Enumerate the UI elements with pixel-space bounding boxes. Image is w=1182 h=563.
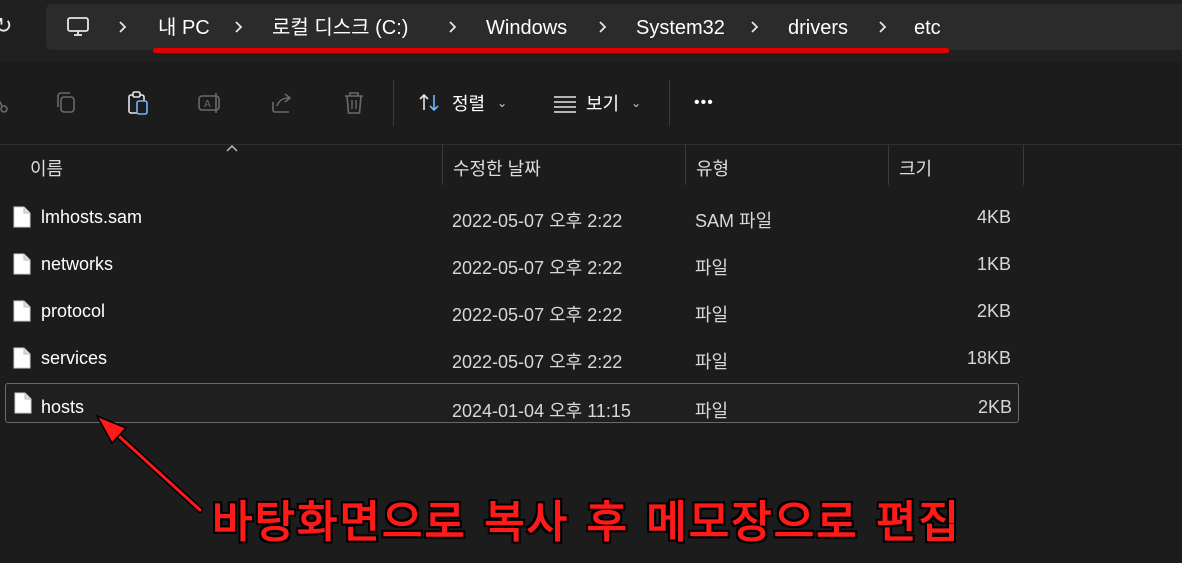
- address-bar-region: ↻ 내 PC 로컬 디스크 (C:) Windows System32 driv…: [0, 0, 1182, 62]
- file-size: 4KB: [976, 207, 1011, 227]
- file-type: 파일: [695, 401, 729, 421]
- breadcrumb-item-system32[interactable]: System32: [636, 17, 725, 39]
- file-name: lmhosts.sam: [41, 207, 143, 227]
- file-icon: [13, 300, 31, 322]
- file-date: 2022-05-07 오후 2:22: [452, 211, 623, 231]
- file-date: 2022-05-07 오후 2:22: [452, 258, 623, 278]
- file-icon: [13, 347, 31, 369]
- breadcrumb-item-windows[interactable]: Windows: [486, 17, 567, 39]
- sort-icon: [419, 93, 439, 112]
- column-header-row: 이름 수정한 날짜 유형 크기: [0, 144, 1182, 187]
- svg-text:A: A: [204, 99, 211, 110]
- view-button[interactable]: 보기 ⌄: [552, 90, 641, 116]
- share-icon[interactable]: [269, 90, 295, 116]
- file-icon: [14, 392, 32, 414]
- annotation-text: 바탕화면으로 복사 후 메모장으로 편집: [212, 497, 961, 548]
- copy-icon[interactable]: [53, 90, 79, 116]
- paste-icon[interactable]: [125, 90, 151, 116]
- view-icon: [554, 96, 576, 113]
- file-row[interactable]: networks 2022-05-07 오후 2:22 파일 1KB: [5, 246, 1017, 284]
- file-type: 파일: [695, 352, 729, 372]
- computer-icon[interactable]: [66, 16, 90, 38]
- breadcrumb-item-this-pc[interactable]: 내 PC: [158, 17, 210, 39]
- column-header-type[interactable]: 유형: [696, 155, 729, 181]
- chevron-right-icon[interactable]: [116, 16, 130, 38]
- column-header-size[interactable]: 크기: [899, 155, 932, 181]
- chevron-right-icon[interactable]: [446, 16, 460, 38]
- highlight-underline: [153, 48, 949, 53]
- breadcrumb-item-etc[interactable]: etc: [914, 17, 941, 39]
- file-row[interactable]: protocol 2022-05-07 오후 2:22 파일 2KB: [5, 293, 1017, 331]
- breadcrumb-item-drivers[interactable]: drivers: [788, 17, 848, 39]
- toolbar-divider: [393, 80, 394, 126]
- column-divider[interactable]: [1023, 145, 1024, 185]
- chevron-right-icon[interactable]: [748, 16, 762, 38]
- command-toolbar: A 정렬 ⌄ 보기 ⌄ •••: [0, 62, 1182, 145]
- file-name: protocol: [41, 301, 106, 321]
- sort-ascending-icon: [226, 144, 238, 152]
- column-header-date[interactable]: 수정한 날짜: [453, 155, 541, 181]
- file-row-hosts[interactable]: hosts 2024-01-04 오후 11:15 파일 2KB: [5, 383, 1019, 423]
- delete-icon[interactable]: [341, 90, 367, 116]
- chevron-right-icon[interactable]: [596, 16, 610, 38]
- column-divider[interactable]: [685, 145, 686, 185]
- file-type: SAM 파일: [695, 211, 773, 231]
- view-label: 보기: [586, 94, 620, 114]
- file-type: 파일: [695, 258, 729, 278]
- address-bar[interactable]: 내 PC 로컬 디스크 (C:) Windows System32 driver…: [46, 4, 1182, 50]
- file-name: hosts: [41, 397, 85, 417]
- file-name: networks: [41, 254, 114, 274]
- chevron-right-icon[interactable]: [876, 16, 890, 38]
- column-divider[interactable]: [442, 145, 443, 185]
- toolbar-divider: [669, 80, 670, 126]
- file-date: 2022-05-07 오후 2:22: [452, 305, 623, 325]
- sort-button[interactable]: 정렬 ⌄: [418, 90, 507, 116]
- sort-label: 정렬: [452, 94, 486, 114]
- file-size: 1KB: [976, 254, 1011, 274]
- file-name: services: [41, 348, 108, 368]
- file-date: 2022-05-07 오후 2:22: [452, 352, 623, 372]
- file-size: 2KB: [977, 397, 1012, 417]
- refresh-icon[interactable]: ↻: [0, 12, 14, 40]
- file-icon: [13, 206, 31, 228]
- file-size: 18KB: [966, 348, 1011, 368]
- breadcrumb-item-local-disk[interactable]: 로컬 디스크 (C:): [272, 17, 408, 39]
- file-row[interactable]: lmhosts.sam 2022-05-07 오후 2:22 SAM 파일 4K…: [5, 199, 1017, 237]
- file-date: 2024-01-04 오후 11:15: [452, 401, 631, 421]
- chevron-down-icon: ⌄: [497, 96, 508, 110]
- cut-icon[interactable]: [0, 90, 12, 116]
- file-row[interactable]: services 2022-05-07 오후 2:22 파일 18KB: [5, 340, 1017, 378]
- chevron-right-icon[interactable]: [232, 16, 246, 38]
- file-icon: [13, 253, 31, 275]
- file-type: 파일: [695, 305, 729, 325]
- more-options-button[interactable]: •••: [694, 90, 714, 116]
- file-size: 2KB: [976, 301, 1011, 321]
- rename-icon[interactable]: A: [197, 90, 223, 116]
- chevron-down-icon: ⌄: [631, 96, 642, 110]
- column-divider[interactable]: [888, 145, 889, 185]
- column-header-name[interactable]: 이름: [30, 155, 63, 181]
